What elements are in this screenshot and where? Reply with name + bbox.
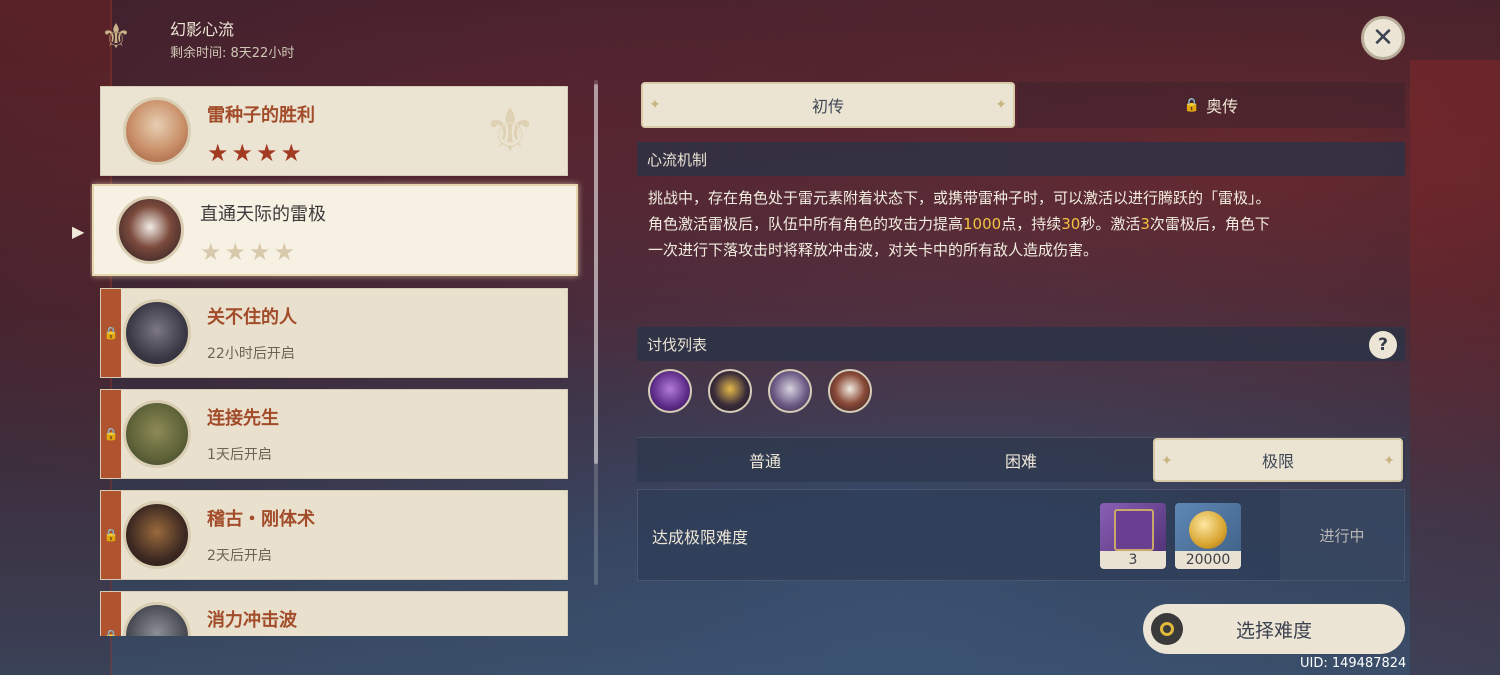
lock-icon: 🔒 bbox=[101, 289, 121, 377]
sparkle-icon: ✦ bbox=[649, 97, 661, 113]
enemy-list-heading: 讨伐列表 bbox=[637, 327, 1405, 361]
enemy-avatar bbox=[123, 299, 191, 367]
section-heading-text: 讨伐列表 bbox=[647, 335, 708, 354]
star-rating: ★★★★ bbox=[207, 139, 306, 167]
event-emblem-icon: ⚜ bbox=[100, 17, 132, 57]
enemy-avatar bbox=[123, 501, 191, 569]
mechanism-description: 挑战中，存在角色处于雷元素附着状态下，或携带雷种子时，可以激活以进行腾跃的「雷极… bbox=[648, 185, 1398, 263]
goal-label: 达成极限难度 bbox=[652, 528, 749, 547]
challenge-card-6[interactable]: 🔒 消力冲击波 bbox=[100, 591, 568, 636]
enemy-icon-masked[interactable] bbox=[828, 369, 872, 413]
challenge-title: 直通天际的雷极 bbox=[200, 204, 326, 225]
tab-second[interactable]: 🔒 奥传 bbox=[1017, 82, 1405, 128]
lock-icon: 🔒 bbox=[101, 390, 121, 478]
unlock-countdown: 22小时后开启 bbox=[207, 346, 295, 362]
highlight-number: 1000 bbox=[963, 215, 1002, 233]
mechanism-heading: 心流机制 bbox=[637, 142, 1405, 176]
highlight-number: 30 bbox=[1061, 215, 1081, 233]
desc-text: 点，持续 bbox=[1001, 215, 1062, 233]
goal-status: 进行中 bbox=[1280, 490, 1404, 580]
difficulty-label: 极限 bbox=[1261, 452, 1294, 471]
enemy-avatar bbox=[123, 602, 191, 636]
tab-label: 奥传 bbox=[1206, 97, 1239, 116]
desc-text: 次雷极后，角色下 bbox=[1149, 215, 1270, 233]
coin-icon bbox=[1189, 511, 1227, 549]
help-button[interactable]: ? bbox=[1369, 331, 1397, 359]
challenge-title: 稽古・刚体术 bbox=[207, 509, 315, 530]
enemy-avatar bbox=[123, 400, 191, 468]
difficulty-tier-tabs: ✦ 初传 ✦ 🔒 奥传 bbox=[637, 82, 1405, 128]
button-label: 选择难度 bbox=[1235, 619, 1312, 642]
reward-quantity: 20000 bbox=[1175, 551, 1241, 569]
sparkle-icon: ✦ bbox=[1383, 453, 1395, 469]
difficulty-selector: 普通 困难 ✦ 极限 ✦ bbox=[637, 437, 1405, 482]
desc-text: 角色激活雷极后，队伍中所有角色的攻击力提高 bbox=[648, 215, 964, 233]
section-heading-text: 心流机制 bbox=[647, 150, 708, 169]
crest-watermark-icon: ⚜ bbox=[483, 96, 537, 166]
difficulty-extreme[interactable]: ✦ 极限 ✦ bbox=[1153, 438, 1403, 482]
character-avatar bbox=[123, 97, 191, 165]
difficulty-hard[interactable]: 困难 bbox=[893, 438, 1149, 482]
confirm-ring-icon bbox=[1151, 613, 1183, 645]
highlight-number: 3 bbox=[1140, 215, 1150, 233]
challenge-card-2[interactable]: 直通天际的雷极 ★★★★ bbox=[92, 184, 578, 276]
select-difficulty-button[interactable]: 选择难度 bbox=[1143, 604, 1405, 654]
challenge-title: 关不住的人 bbox=[207, 307, 297, 328]
sparkle-icon: ✦ bbox=[1161, 453, 1173, 469]
challenge-card-5[interactable]: 🔒 稽古・刚体术 2天后开启 bbox=[100, 490, 568, 580]
enemy-icon-wolf[interactable] bbox=[768, 369, 812, 413]
desc-line-1: 挑战中，存在角色处于雷元素附着状态下，或携带雷种子时，可以激活以进行腾跃的「雷极… bbox=[648, 189, 1271, 207]
selected-arrow-icon: ▶ bbox=[72, 222, 85, 241]
lock-icon: 🔒 bbox=[1183, 97, 1201, 113]
enemy-avatar bbox=[116, 196, 184, 264]
sparkle-icon: ✦ bbox=[995, 97, 1007, 113]
goal-row: 达成极限难度 3 20000 进行中 bbox=[637, 489, 1405, 581]
remaining-time: 剩余时间: 8天22小时 bbox=[170, 46, 295, 61]
close-button[interactable]: ✕ bbox=[1361, 16, 1405, 60]
challenge-list[interactable]: 雷种子的胜利 ★★★★ ⚜ 直通天际的雷极 ★★★★ 🔒 关不住的人 22小时后… bbox=[90, 84, 590, 636]
enemy-icon-abyss[interactable] bbox=[708, 369, 752, 413]
enemy-icon-electro-slime[interactable] bbox=[648, 369, 692, 413]
tab-label: 初传 bbox=[811, 97, 844, 116]
challenge-title: 连接先生 bbox=[207, 408, 279, 429]
challenge-card-4[interactable]: 🔒 连接先生 1天后开启 bbox=[100, 389, 568, 479]
challenge-card-3[interactable]: 🔒 关不住的人 22小时后开启 bbox=[100, 288, 568, 378]
lock-icon: 🔒 bbox=[101, 592, 121, 636]
unlock-countdown: 1天后开启 bbox=[207, 447, 272, 463]
reward-item-book[interactable]: 3 bbox=[1100, 503, 1166, 569]
tab-first[interactable]: ✦ 初传 ✦ bbox=[641, 82, 1015, 128]
reward-quantity: 3 bbox=[1100, 551, 1166, 569]
book-icon bbox=[1114, 509, 1154, 551]
star-rating: ★★★★ bbox=[200, 238, 299, 266]
list-scrollbar-thumb[interactable] bbox=[594, 84, 598, 464]
desc-line-3: 一次进行下落攻击时将释放冲击波，对关卡中的所有敌人造成伤害。 bbox=[648, 241, 1099, 259]
unlock-countdown: 2天后开启 bbox=[207, 548, 272, 564]
desc-text: 秒。激活 bbox=[1080, 215, 1141, 233]
close-icon: ✕ bbox=[1372, 23, 1394, 53]
reward-item-mora[interactable]: 20000 bbox=[1175, 503, 1241, 569]
difficulty-normal[interactable]: 普通 bbox=[637, 438, 893, 482]
desc-line-2: 角色激活雷极后，队伍中所有角色的攻击力提高1000点，持续30秒。激活3次雷极后… bbox=[648, 211, 1398, 237]
event-title: 幻影心流 bbox=[170, 20, 235, 39]
challenge-title: 消力冲击波 bbox=[207, 610, 297, 631]
challenge-card-1[interactable]: 雷种子的胜利 ★★★★ ⚜ bbox=[100, 86, 568, 176]
uid-label: UID: 149487824 bbox=[1300, 656, 1407, 671]
lock-icon: 🔒 bbox=[101, 491, 121, 579]
background-banner-right bbox=[1410, 60, 1500, 675]
challenge-title: 雷种子的胜利 bbox=[207, 105, 315, 126]
